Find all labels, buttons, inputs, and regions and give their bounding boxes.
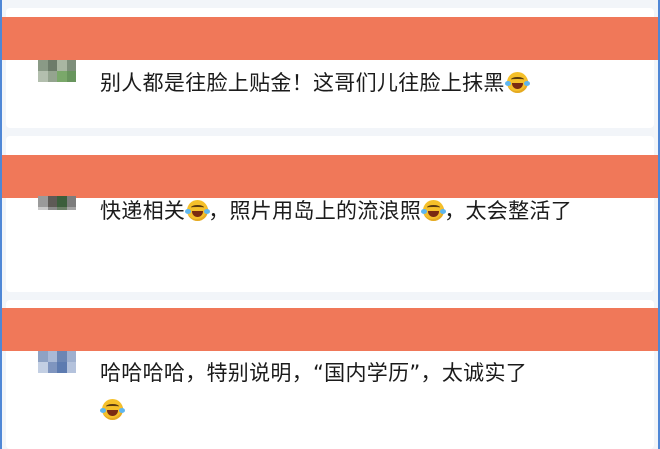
- comment-text: 别人都是往脸上贴金！这哥们儿往脸上抹黑: [100, 65, 630, 102]
- redaction-banner-1: [2, 17, 658, 60]
- comment-segment: 快递相关: [100, 199, 186, 223]
- comment-text: 哈哈哈哈，特别说明，“国内学历”，太诚实了: [100, 355, 630, 429]
- avatar[interactable]: [38, 351, 76, 373]
- comment-segment: ，太会整活了: [444, 199, 573, 223]
- crying-laughing-icon: [504, 72, 530, 93]
- redaction-banner-2: [2, 155, 658, 198]
- avatar[interactable]: [38, 60, 76, 82]
- comment-segment: 哈哈哈哈，特别说明，“国内学历”，太诚实了: [100, 361, 528, 385]
- redaction-banner-3: [2, 308, 658, 351]
- avatar[interactable]: [38, 196, 76, 210]
- comment-text: 快递相关 ，照片用岛上的流浪照 ，太会整活了: [100, 193, 630, 230]
- crying-laughing-icon: [421, 200, 447, 221]
- crying-laughing-icon: [185, 200, 211, 221]
- comment-segment: ，照片用岛上的流浪照: [208, 199, 422, 223]
- comment-segment: 别人都是往脸上贴金！这哥们儿往脸上抹黑: [100, 71, 505, 95]
- crying-laughing-icon: [100, 399, 125, 420]
- screenshot-frame: 别人都是往脸上贴金！这哥们儿往脸上抹黑 快递相关 ，照片用岛上的流浪照 ，太会整活了…: [0, 0, 660, 449]
